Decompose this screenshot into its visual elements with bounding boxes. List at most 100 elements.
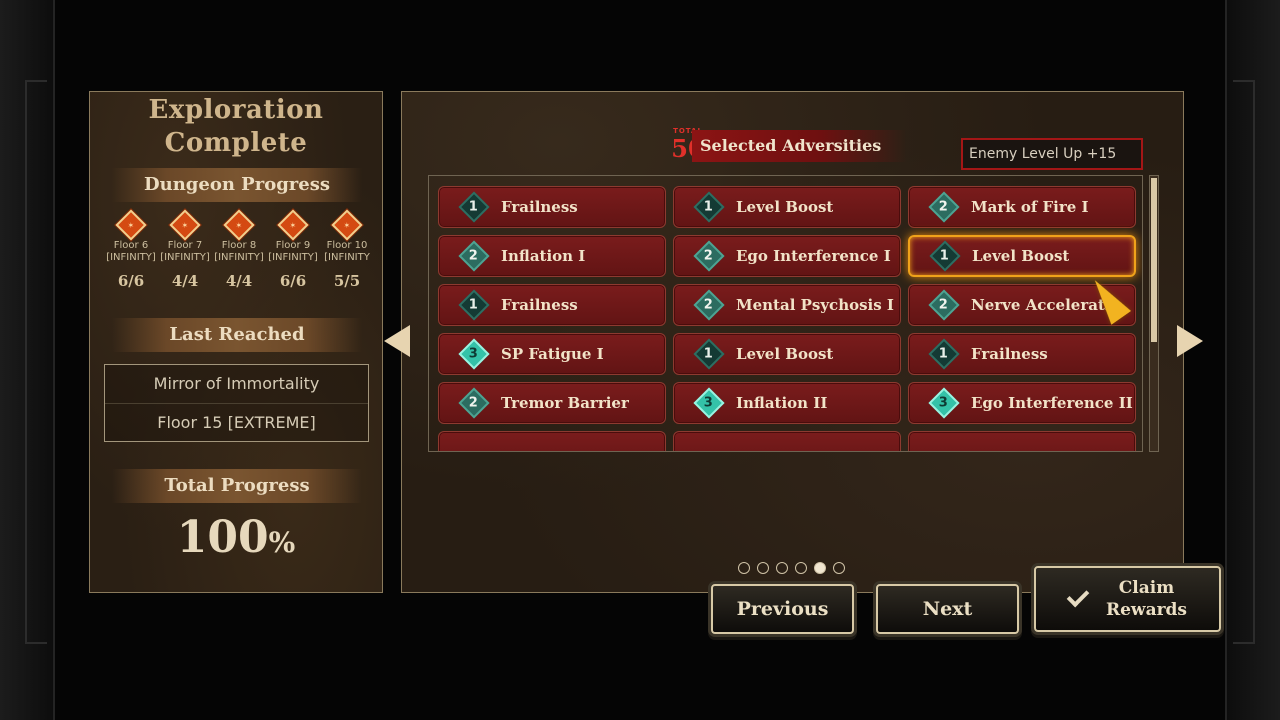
tier-number: 1 [939, 346, 949, 362]
tier-number: 1 [940, 248, 950, 264]
adversity-card[interactable]: 1 Level Boost [908, 235, 1136, 277]
floor-count: 4/4 [171, 272, 199, 290]
selected-adversities-title: Selected Adversities [692, 130, 907, 162]
floor-difficulty: [INFINITY] [268, 252, 318, 263]
floor-difficulty: [INFINITY [324, 252, 370, 263]
tier-diamond-icon: 2 [928, 191, 960, 223]
floor-name: Floor 7 [167, 240, 203, 251]
adversity-card[interactable]: 3 SP Fatigue I [438, 333, 666, 375]
claim-rewards-label: Claim Rewards [1105, 578, 1187, 620]
floor-emblem-icon: ✶ [115, 209, 147, 241]
floor-emblem-icon: ✶ [277, 209, 309, 241]
adversity-card[interactable]: 2 Tremor Barrier [438, 382, 666, 424]
floor-progress-item: ✶ Floor 6 [INFINITY] 6/6 [104, 209, 158, 302]
previous-button[interactable]: Previous [711, 584, 854, 634]
tier-number: 1 [704, 199, 714, 215]
adversity-name: Level Boost [736, 198, 834, 216]
page-dot[interactable] [776, 562, 788, 574]
floor-name: Floor 6 [113, 240, 149, 251]
last-reached-banner: Last Reached [112, 318, 362, 352]
adversity-card[interactable]: 1 Frailness [438, 284, 666, 326]
total-progress-banner: Total Progress [112, 469, 362, 503]
floor-emblem-icon: ✶ [169, 209, 201, 241]
adversity-card[interactable]: 1 Level Boost [673, 186, 901, 228]
page-dot[interactable] [795, 562, 807, 574]
adversity-card[interactable]: 2 Inflation I [438, 235, 666, 277]
next-button[interactable]: Next [876, 584, 1019, 634]
floor-count: 6/6 [279, 272, 307, 290]
floor-progress-item: ✶ Floor 9 [INFINITY] 6/6 [266, 209, 320, 302]
tier-number: 2 [704, 248, 714, 264]
tier-number: 2 [939, 199, 949, 215]
tier-diamond-icon: 2 [458, 387, 490, 419]
adversity-card[interactable]: 1 Frailness [908, 333, 1136, 375]
tier-number: 3 [469, 346, 479, 362]
adversity-card[interactable]: 2 Mental Psychosis I [673, 284, 901, 326]
tier-number: 1 [469, 297, 479, 313]
floor-count: 5/5 [333, 272, 361, 290]
adversity-card[interactable]: 3 Inflation II [673, 382, 901, 424]
adversity-card[interactable]: 1 Level Boost [673, 333, 901, 375]
tier-diamond-icon: 2 [693, 240, 725, 272]
floor-progress-item: ✶ Floor 7 [INFINITY] 4/4 [158, 209, 212, 302]
adversity-name: Mental Psychosis I [736, 296, 894, 314]
adversity-name: Level Boost [972, 247, 1070, 265]
tier-diamond-icon: 1 [693, 191, 725, 223]
adversity-name: Tremor Barrier [501, 394, 629, 412]
adversity-card-partial[interactable] [673, 431, 901, 451]
page-dot[interactable] [814, 562, 826, 574]
tier-diamond-icon: 2 [458, 240, 490, 272]
tier-diamond-icon: 1 [929, 240, 961, 272]
adversity-card[interactable]: 2 Ego Interference I [673, 235, 901, 277]
total-progress-number: 100 [176, 512, 269, 563]
adversity-card-partial[interactable] [908, 431, 1136, 451]
tier-number: 1 [469, 199, 479, 215]
exploration-summary-panel: Exploration Complete Dungeon Progress ✶ F… [89, 91, 383, 593]
tier-number: 2 [939, 297, 949, 313]
tier-number: 2 [469, 248, 479, 264]
adversity-name: Mark of Fire I [971, 198, 1089, 216]
dungeon-progress-banner: Dungeon Progress [112, 168, 362, 202]
page-dot[interactable] [833, 562, 845, 574]
tier-diamond-icon: 1 [693, 338, 725, 370]
checkmark-icon [1066, 584, 1090, 608]
last-reached-floor: Floor 15 [EXTREME] [105, 403, 368, 441]
scroll-thumb[interactable] [1151, 178, 1157, 342]
floor-difficulty: [INFINITY] [106, 252, 156, 263]
adversity-card-partial[interactable] [438, 431, 666, 451]
floor-progress-item: ✶ Floor 8 [INFINITY] 4/4 [212, 209, 266, 302]
last-reached-box: Mirror of Immortality Floor 15 [EXTREME] [104, 364, 369, 442]
tier-number: 3 [939, 395, 949, 411]
floor-emblem-icon: ✶ [331, 209, 363, 241]
adversity-grid: 1 Frailness 1 Level Boost 2 Mark of Fire I 2 In… [438, 186, 1138, 451]
adversity-card[interactable]: 2 Mark of Fire I [908, 186, 1136, 228]
tier-number: 2 [469, 395, 479, 411]
total-progress-value: 100% [90, 512, 382, 563]
adversity-card[interactable]: 3 Ego Interference II [908, 382, 1136, 424]
floor-list: ✶ Floor 6 [INFINITY] 6/6 ✶ Floor 7 [INFINITY] 4… [104, 209, 374, 302]
tier-diamond-icon: 2 [693, 289, 725, 321]
adversity-scrollbar[interactable] [1149, 175, 1159, 452]
last-reached-location: Mirror of Immortality [153, 374, 320, 393]
prev-page-arrow-icon[interactable] [384, 325, 410, 357]
tier-diamond-icon: 1 [458, 191, 490, 223]
next-page-arrow-icon[interactable] [1177, 325, 1203, 357]
tier-diamond-icon: 3 [928, 387, 960, 419]
floor-count: 4/4 [225, 272, 253, 290]
claim-rewards-button[interactable]: Claim Rewards [1034, 566, 1221, 632]
tier-number: 1 [704, 346, 714, 362]
adversity-effect-tooltip: Enemy Level Up +15 [961, 138, 1143, 170]
adversities-panel: TOTAL 50 Selected Adversities Enemy Leve… [401, 91, 1184, 593]
adversity-name: Level Boost [736, 345, 834, 363]
floor-emblem-icon: ✶ [223, 209, 255, 241]
tier-diamond-icon: 1 [928, 338, 960, 370]
adversity-card[interactable]: 1 Frailness [438, 186, 666, 228]
page-dot[interactable] [757, 562, 769, 574]
adversity-name: Nerve Accelerati [971, 296, 1111, 314]
page-dot[interactable] [738, 562, 750, 574]
frame-right-decoration [1225, 0, 1280, 720]
tier-number: 2 [704, 297, 714, 313]
tier-diamond-icon: 3 [458, 338, 490, 370]
adversity-name: Frailness [501, 296, 578, 314]
total-progress-unit: % [268, 526, 296, 559]
